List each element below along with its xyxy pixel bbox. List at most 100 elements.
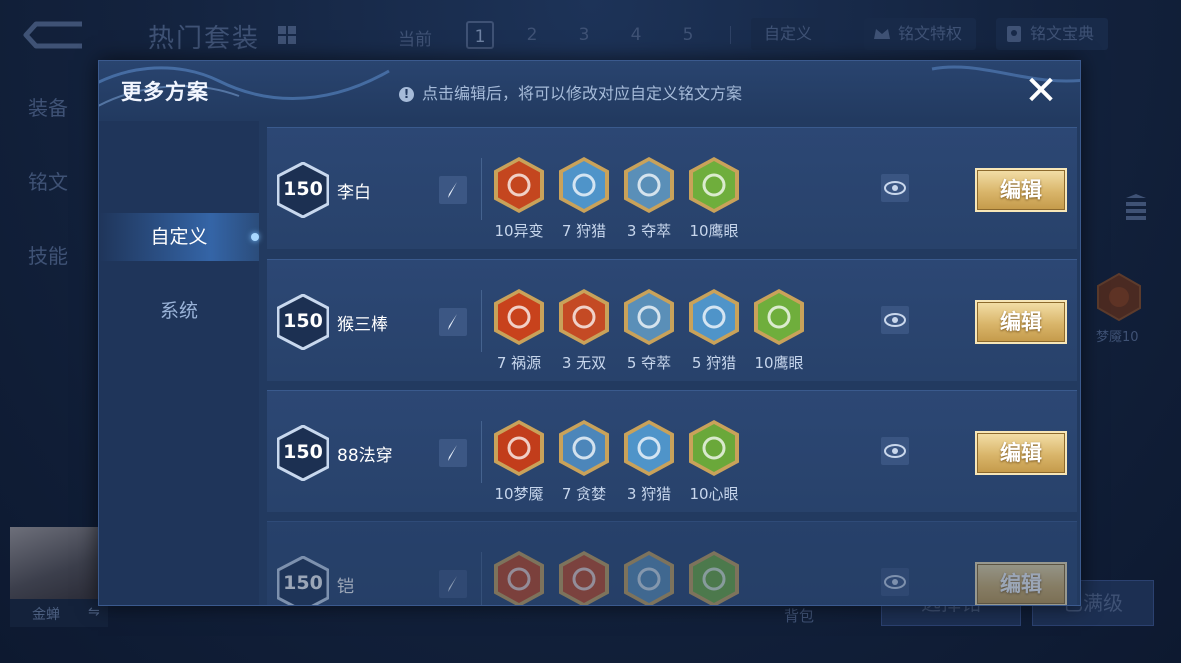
plan-row[interactable]: 150 铠 编辑 [267,521,1077,606]
hero-avatar[interactable] [10,527,98,599]
row-divider [481,552,482,605]
edit-button[interactable]: 编辑 [975,562,1067,605]
tab-custom[interactable]: 自定义 [99,213,259,261]
plan-name: 铠 [337,577,354,597]
book-icon [1007,26,1021,42]
eye-icon [884,313,906,327]
pencil-icon [448,445,457,461]
page-tab-2[interactable]: 2 [518,21,546,49]
rune-green-icon[interactable] [688,419,740,477]
close-button[interactable]: ✕ [1019,69,1063,113]
rune-label: 5 夺萃 [626,354,672,372]
background-rune-icon [1097,272,1141,322]
rune-red-icon[interactable] [493,419,545,477]
current-page-label: 当前 [398,30,432,50]
rune-green-icon[interactable] [688,550,740,606]
bag-label[interactable]: 背包 [784,605,814,626]
rune-label: 7 贪婪 [561,485,607,503]
hero-name: 金蝉 [32,607,60,623]
rename-button[interactable] [439,439,467,467]
preview-button[interactable] [881,437,909,465]
rune-privilege-label: 铭文特权 [898,24,963,43]
rune-blue-knot-icon[interactable] [623,288,675,346]
preview-button[interactable] [881,568,909,596]
rune-red-icon[interactable] [558,550,610,606]
rune-blue-knot-icon[interactable] [623,550,675,606]
rune-blue-lightning-icon[interactable] [558,156,610,214]
rune-codex-button[interactable]: 铭文宝典 [996,18,1108,50]
pencil-icon [448,576,457,592]
row-divider [481,290,482,352]
eye-icon [884,181,906,195]
eye-icon [884,444,906,458]
edit-button[interactable]: 编辑 [975,431,1067,475]
preview-button[interactable] [881,306,909,334]
plan-row[interactable]: 150 猴三棒 7 祸源 3 无双 5 夺萃 5 狩猎 10鹰眼 编辑 [267,259,1077,381]
rune-red-icon[interactable] [493,156,545,214]
background-custom-tab[interactable]: 自定义 [751,18,825,50]
rune-label: 7 狩猎 [561,222,607,240]
page-tab-4[interactable]: 4 [622,21,650,49]
active-dot-icon [251,233,259,241]
modal-header: 更多方案 ! 点击编辑后，将可以修改对应自定义铭文方案 ✕ [99,61,1080,121]
side-item-skills[interactable]: 技能 [28,240,68,269]
row-divider [481,421,482,483]
pencil-icon [448,182,457,198]
pencil-icon [448,314,457,330]
rune-label: 10异变 [494,222,544,240]
rune-red-icon[interactable] [493,550,545,606]
eye-icon [884,575,906,589]
back-arrow-icon[interactable] [22,18,88,52]
plan-level: 150 [283,572,323,594]
background-divider [730,26,731,44]
rename-button[interactable] [439,570,467,598]
rune-label: 10鹰眼 [754,354,804,372]
edit-button[interactable]: 编辑 [975,168,1067,212]
plan-category-sidebar: 自定义 系统 [99,121,259,605]
rename-button[interactable] [439,176,467,204]
rune-label: 10梦魇 [494,485,544,503]
rune-red-icon[interactable] [493,288,545,346]
preview-button[interactable] [881,174,909,202]
background-title: 热门套装 [148,24,261,54]
rune-green-icon[interactable] [753,288,805,346]
plan-level: 150 [283,310,323,332]
plan-row[interactable]: 150 李白 10异变 7 狩猎 3 夺萃 10鹰眼 编辑 [267,127,1077,249]
crown-icon [874,29,890,39]
edit-button[interactable]: 编辑 [975,300,1067,344]
rune-blue-knot-icon[interactable] [623,156,675,214]
rune-blue-star-icon[interactable] [558,419,610,477]
swap-icon[interactable]: ⇋ [88,604,100,620]
plan-row[interactable]: 150 88法穿 10梦魇 7 贪婪 3 狩猎 10心眼 编辑 [267,390,1077,512]
side-item-equipment[interactable]: 装备 [28,92,68,121]
info-icon: ! [399,87,414,102]
more-plans-modal: 更多方案 ! 点击编辑后，将可以修改对应自定义铭文方案 ✕ 自定义 系统 150 李… [98,60,1081,606]
rune-green-icon[interactable] [688,156,740,214]
rune-blue-lightning-icon[interactable] [688,288,740,346]
tab-system[interactable]: 系统 [99,287,259,335]
rune-codex-label: 铭文宝典 [1030,24,1095,43]
rune-label: 3 狩猎 [626,485,672,503]
rune-label: 7 祸源 [496,354,542,372]
rune-label: 10鹰眼 [689,222,739,240]
page-tab-5[interactable]: 5 [674,21,702,49]
page-tab-1[interactable]: 1 [466,21,494,49]
plan-name: 李白 [337,183,371,203]
side-item-runes[interactable]: 铭文 [28,166,68,195]
edit-hint-text: 点击编辑后，将可以修改对应自定义铭文方案 [422,84,743,103]
list-icon[interactable] [1124,194,1148,224]
rune-label: 3 夺萃 [626,222,672,240]
rune-label: 10心眼 [689,485,739,503]
tab-system-label: 系统 [159,300,198,322]
rune-red-icon[interactable] [558,288,610,346]
modal-title: 更多方案 [121,80,209,104]
rune-blue-lightning-icon[interactable] [623,419,675,477]
rune-privilege-button[interactable]: 铭文特权 [864,18,976,50]
page-tab-3[interactable]: 3 [570,21,598,49]
grid-icon[interactable] [274,22,300,48]
rename-button[interactable] [439,308,467,336]
tab-custom-label: 自定义 [150,226,208,248]
rune-label: 5 狩猎 [691,354,737,372]
edit-hint: ! 点击编辑后，将可以修改对应自定义铭文方案 [399,80,742,104]
plan-list[interactable]: 150 李白 10异变 7 狩猎 3 夺萃 10鹰眼 编辑 150 猴三棒 7 祸源 3 无双 5 夺… [267,127,1077,606]
